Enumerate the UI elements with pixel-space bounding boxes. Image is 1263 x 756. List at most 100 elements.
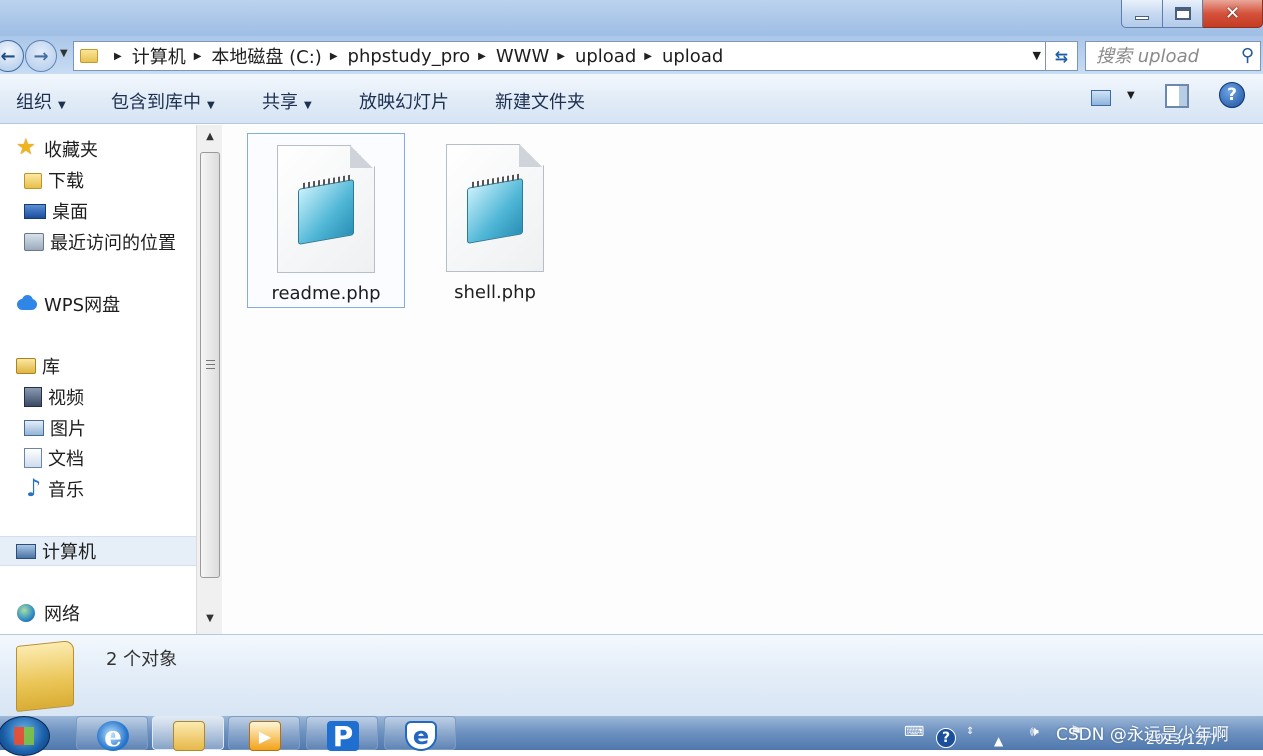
nav-recent-places[interactable]: 最近访问的位置: [24, 228, 176, 256]
file-list[interactable]: readme.php shell.php: [223, 125, 1263, 634]
keyboard-icon[interactable]: ⌨: [904, 724, 924, 740]
search-box: ⚲: [1085, 41, 1261, 71]
nav-documents[interactable]: 文档: [24, 444, 84, 472]
new-folder-button[interactable]: 新建文件夹: [495, 88, 585, 114]
scroll-thumb[interactable]: [200, 152, 220, 578]
taskbar-explorer[interactable]: [152, 716, 224, 751]
music-icon: [24, 474, 42, 502]
command-bar: 组织 ▼ 包含到库中 ▼ 共享 ▼ 放映幻灯片 新建文件夹 ▼ ?: [0, 74, 1263, 124]
file-name: shell.php: [454, 282, 536, 303]
address-bar[interactable]: ▶ 计算机 ▶ 本地磁盘 (C:) ▶ phpstudy_pro ▶ WWW ▶ uplo…: [73, 41, 1046, 71]
share-menu[interactable]: 共享 ▼: [262, 88, 312, 114]
nav-favorites[interactable]: 收藏夹: [16, 135, 98, 163]
file-item-shell[interactable]: shell.php: [416, 133, 574, 308]
navigation-pane: 收藏夹 下载 桌面 最近访问的位置 WPS网盘 库 视频 图片 文档 音乐 计算…: [0, 125, 196, 634]
document-icon: [24, 448, 42, 468]
minimize-button[interactable]: [1121, 0, 1163, 28]
computer-icon: [16, 543, 36, 559]
nav-videos[interactable]: 视频: [24, 383, 84, 411]
maximize-button[interactable]: [1163, 0, 1203, 28]
taskbar-phpstudy[interactable]: P: [306, 716, 378, 753]
change-view-icon[interactable]: [1091, 90, 1111, 106]
chevron-right-icon[interactable]: ▶: [194, 51, 202, 62]
address-history-dropdown[interactable]: ▼: [1033, 49, 1041, 62]
title-bar[interactable]: ✕: [0, 0, 1263, 36]
search-input[interactable]: [1096, 45, 1236, 67]
nav-computer[interactable]: 计算机: [0, 536, 196, 566]
address-row: ← → ▼ ▶ 计算机 ▶ 本地磁盘 (C:) ▶ phpstudy_pro ▶ WWW…: [0, 36, 1263, 74]
nav-desktop[interactable]: 桌面: [24, 197, 88, 225]
breadcrumb-www[interactable]: ▶ WWW: [470, 46, 549, 67]
show-hidden-icons-icon[interactable]: ▲: [994, 734, 1003, 748]
nav-downloads[interactable]: 下载: [24, 166, 84, 194]
breadcrumb-computer[interactable]: ▶ 计算机: [106, 43, 186, 69]
chevron-right-icon[interactable]: ▶: [330, 51, 338, 62]
preview-pane-icon[interactable]: [1165, 84, 1189, 108]
taskbar-browser[interactable]: e: [384, 716, 456, 751]
refresh-icon: ⇆: [1054, 46, 1069, 66]
help-icon[interactable]: ?: [936, 728, 956, 748]
close-icon: ✕: [1224, 3, 1241, 24]
network-icon: [16, 603, 38, 623]
help-icon[interactable]: ?: [1219, 82, 1245, 108]
file-name: readme.php: [271, 283, 381, 304]
volume-icon[interactable]: 🕪: [1030, 724, 1039, 740]
media-player-icon: ▶: [249, 721, 281, 751]
file-explorer-icon: [173, 721, 205, 751]
library-icon: [16, 358, 36, 374]
taskbar-media-player[interactable]: ▶: [228, 716, 300, 751]
breadcrumb-drive[interactable]: ▶ 本地磁盘 (C:): [186, 43, 322, 69]
notepad-icon: [298, 179, 354, 245]
browser-icon: e: [405, 721, 437, 751]
back-button[interactable]: ←: [0, 40, 24, 72]
chevron-right-icon[interactable]: ▶: [644, 51, 652, 62]
scroll-up-icon[interactable]: ▲: [201, 131, 219, 145]
tray-overflow-icon[interactable]: ⇕: [966, 726, 974, 737]
nav-wps-drive[interactable]: WPS网盘: [16, 290, 120, 318]
nav-libraries[interactable]: 库: [16, 352, 60, 380]
start-button[interactable]: [0, 716, 50, 756]
breadcrumb-upload[interactable]: ▶ upload: [549, 46, 636, 67]
include-in-library-menu[interactable]: 包含到库中 ▼: [111, 88, 215, 114]
view-options-dropdown[interactable]: ▼: [1127, 90, 1135, 101]
nav-pictures[interactable]: 图片: [24, 414, 86, 442]
chevron-down-icon: ▼: [207, 100, 215, 111]
chevron-right-icon[interactable]: ▶: [478, 51, 486, 62]
nav-network[interactable]: 网络: [16, 599, 80, 627]
folder-icon: [16, 639, 74, 713]
recent-places-icon: [24, 233, 44, 251]
star-icon: [16, 135, 38, 160]
picture-icon: [24, 420, 44, 436]
taskbar-ie[interactable]: e: [76, 716, 148, 753]
internet-explorer-icon: e: [97, 720, 129, 753]
recent-pages-dropdown[interactable]: ▼: [60, 48, 68, 59]
breadcrumb-phpstudy[interactable]: ▶ phpstudy_pro: [322, 46, 470, 67]
organize-menu[interactable]: 组织 ▼: [16, 88, 66, 114]
restore-icon: [1174, 7, 1191, 20]
refresh-button[interactable]: ⇆: [1046, 41, 1078, 71]
item-count: 2 个对象: [106, 649, 178, 670]
chevron-right-icon[interactable]: ▶: [114, 51, 122, 62]
notepad-icon: [467, 178, 523, 244]
breadcrumb-upload-current[interactable]: ▶ upload: [636, 46, 723, 67]
nav-music[interactable]: 音乐: [24, 474, 84, 503]
close-button[interactable]: ✕: [1203, 0, 1263, 28]
phpstudy-icon: P: [327, 720, 359, 753]
notepad-file-icon: [446, 144, 544, 272]
grip-icon: [206, 360, 215, 369]
minimize-icon: [1135, 15, 1149, 20]
scroll-down-icon[interactable]: ▼: [201, 613, 219, 627]
downloads-folder-icon: [24, 173, 42, 189]
notepad-file-icon: [277, 145, 375, 273]
video-icon: [24, 387, 42, 407]
nav-scrollbar[interactable]: ▲ ▼: [196, 125, 222, 634]
details-pane: 2 个对象: [0, 634, 1263, 716]
explorer-window: ✕ ← → ▼ ▶ 计算机 ▶ 本地磁盘 (C:) ▶ phpstudy_pro ▶ W…: [0, 0, 1263, 716]
forward-button[interactable]: →: [25, 40, 57, 72]
chevron-right-icon[interactable]: ▶: [557, 51, 565, 62]
slideshow-button[interactable]: 放映幻灯片: [359, 88, 449, 114]
caption-buttons: ✕: [1121, 0, 1263, 30]
search-icon[interactable]: ⚲: [1241, 45, 1254, 66]
file-item-readme[interactable]: readme.php: [247, 133, 405, 308]
folder-icon: [80, 49, 98, 63]
